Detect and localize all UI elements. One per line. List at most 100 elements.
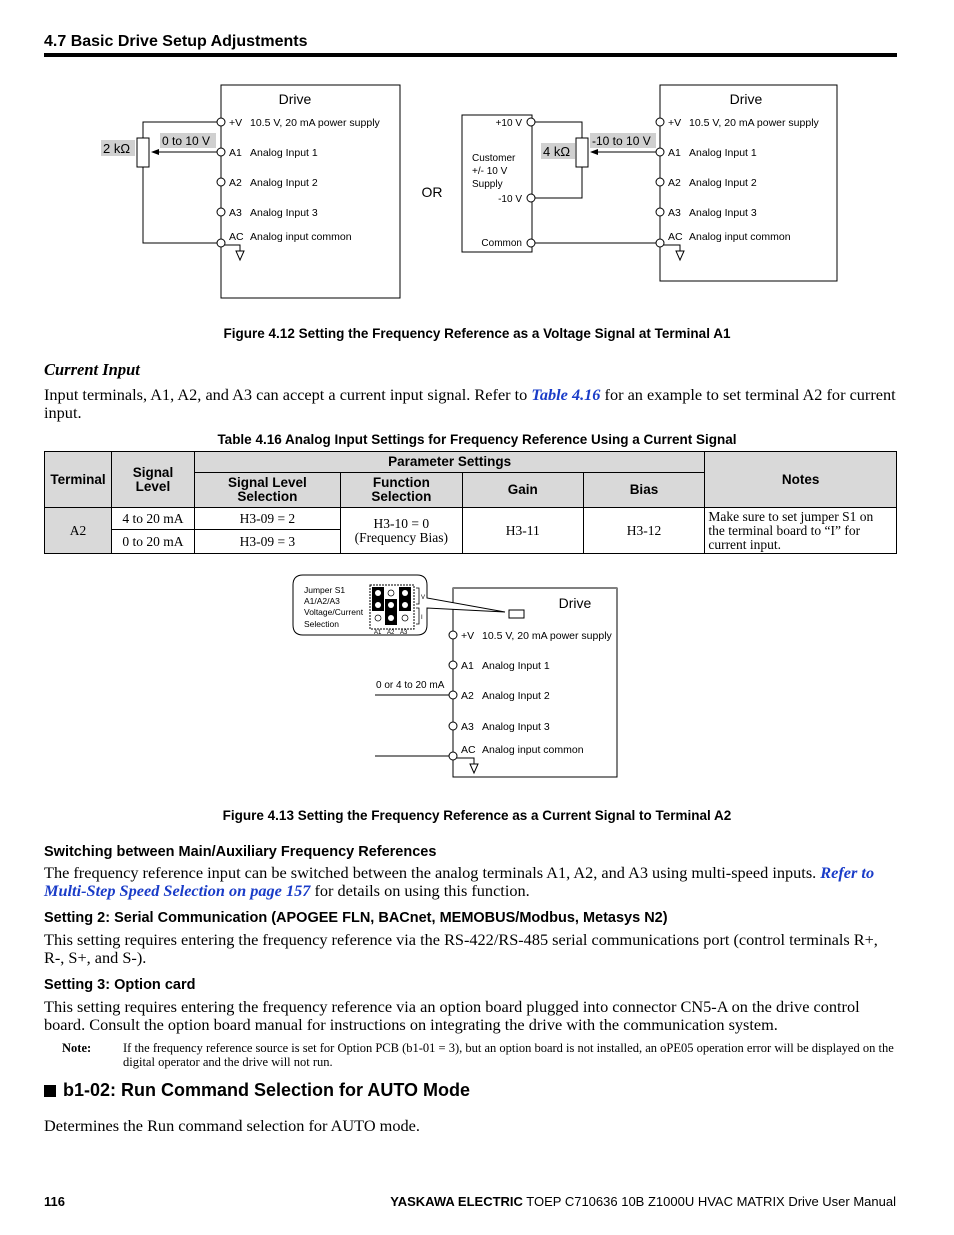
setting3-paragraph: This setting requires entering the frequ… (44, 997, 860, 1034)
terminal-plusv-icon (655, 117, 665, 127)
b1-02-heading: b1-02: Run Command Selection for AUTO Mo… (63, 1080, 471, 1100)
header-gain: Gain (461, 472, 584, 508)
terminal-plusv-icon (216, 117, 226, 127)
header-terminal: Terminal (44, 451, 112, 508)
jumper-col-label: A2 (387, 630, 395, 636)
cell-gain: H3-11 (461, 507, 584, 554)
paragraph-text: The frequency reference input can be swi… (44, 863, 821, 882)
table-4-16-caption: Table 4.16 Analog Input Settings for Fre… (217, 432, 737, 447)
wire (535, 121, 583, 138)
figure-4-13-diagram: Drive Jumper S1 A1/A2/A3 Voltage/Current… (292, 574, 618, 778)
cell-signal-level: 0 to 20 mA (110, 529, 195, 554)
signal-label: 0 to 10 V (162, 134, 210, 148)
callout-line: A1/A2/A3 (304, 596, 340, 606)
wire (535, 167, 583, 199)
or-label: OR (422, 184, 443, 200)
header-function-selection: Function Selection (339, 472, 463, 508)
cell-notes: Make sure to set jumper S1 on the termin… (704, 507, 897, 554)
switching-paragraph: The frequency reference input can be swi… (44, 864, 900, 899)
terminal-id: A3 (229, 207, 242, 219)
ground-icon (675, 250, 685, 262)
terminal-id: +V (229, 117, 242, 129)
setting2-paragraph: This setting requires entering the frequ… (44, 930, 878, 967)
supply-neg-terminal (526, 193, 536, 203)
terminal-ac-icon (216, 238, 226, 248)
wiper-arrow-icon (151, 149, 159, 155)
table-4-16-link[interactable]: Table 4.16 (531, 385, 600, 404)
supply-name-line: Customer (472, 153, 516, 164)
terminal-ac-icon (448, 751, 458, 761)
potentiometer (136, 137, 150, 168)
supply-common-label: Common (481, 238, 522, 249)
terminal-description: 10.5 V, 20 mA power supply (250, 117, 381, 129)
terminal-description: 10.5 V, 20 mA power supply (689, 117, 820, 129)
pin (375, 602, 381, 608)
terminal-ac-icon (655, 238, 665, 248)
terminal-a2-icon (655, 177, 665, 187)
wiper-arrow-icon (590, 149, 598, 155)
figure-4-12-caption: Figure 4.12 Setting the Frequency Refere… (223, 326, 731, 341)
terminal-a2-icon (448, 690, 458, 700)
ground-icon (235, 250, 245, 262)
terminal-a1-icon (216, 147, 226, 157)
signal-label: -10 to 10 V (592, 134, 651, 148)
terminal-plusv-icon (448, 630, 458, 640)
terminal-description: 10.5 V, 20 mA power supply (482, 630, 613, 642)
header-parameter-settings: Parameter Settings (193, 451, 706, 473)
table-row: A2 4 to 20 mA H3-09 = 2 H3-10 = 0 (Freque… (44, 507, 897, 554)
figure-4-13-caption: Figure 4.13 Setting the Frequency Refere… (222, 808, 732, 823)
terminal-id: +V (461, 630, 474, 642)
ground-icon (469, 763, 479, 775)
current-input-heading: Current Input (44, 360, 140, 379)
setting3-heading: Setting 3: Option card (44, 977, 196, 993)
header-signal-level-selection: Signal Level Selection (193, 472, 341, 508)
supply-name-line: Supply (472, 179, 503, 190)
wire (142, 167, 218, 244)
supply-name-line: +/- 10 V (472, 166, 508, 177)
terminal-id: A2 (668, 177, 681, 189)
pin (388, 615, 394, 621)
footer-brand: YASKAWA ELECTRIC (390, 1194, 523, 1209)
drive-label: Drive (279, 91, 312, 107)
footer-doc-title: YASKAWA ELECTRIC TOEP C710636 10B Z1000U… (390, 1194, 896, 1209)
current-input-paragraph: Input terminals, A1, A2, and A3 can acce… (44, 386, 900, 421)
figure-4-12-diagram: Drive 2 kΩ 0 to 10 V +V 10.5 V, 20 mA pow… (101, 84, 838, 299)
header-bias: Bias (582, 472, 706, 508)
terminal-a3-icon (655, 207, 665, 217)
callout-line: Selection (304, 619, 339, 629)
terminal-id: A3 (461, 721, 474, 733)
terminal-a1-icon (655, 147, 665, 157)
terminal-description: Analog Input 3 (250, 207, 318, 219)
note-text: If the frequency reference source is set… (123, 1041, 894, 1069)
b1-02-paragraph: Determines the Run command selection for… (44, 1116, 420, 1135)
resistor-label: 4 kΩ (543, 144, 570, 159)
jumper-col-label: A1 (374, 630, 382, 636)
right-voltage-diagram: Drive +10 V -10 V Common Customer +/- 10… (461, 84, 838, 282)
left-voltage-diagram: Drive 2 kΩ 0 to 10 V +V 10.5 V, 20 mA pow… (101, 84, 401, 299)
pin (375, 590, 381, 596)
function-selection-value: H3-10 = 0 (373, 515, 430, 531)
signal-label: 0 or 4 to 20 mA (376, 680, 445, 691)
pin (387, 589, 395, 597)
potentiometer (575, 137, 589, 168)
terminal-id: A2 (229, 177, 242, 189)
terminal-id: AC (668, 231, 683, 243)
pin (402, 590, 408, 596)
terminal-id: A1 (229, 147, 242, 159)
page-number: 116 (44, 1194, 65, 1209)
resistor-label: 2 kΩ (103, 141, 130, 156)
pin (374, 614, 382, 622)
terminal-a2-icon (216, 177, 226, 187)
callout-line: Voltage/Current (304, 607, 364, 617)
terminal-id: A2 (461, 690, 474, 702)
terminal-description: Analog Input 1 (482, 660, 550, 672)
terminal-description: Analog Input 3 (482, 721, 550, 733)
header-signal-level: Signal Level (110, 451, 195, 508)
terminal-a3-icon (216, 207, 226, 217)
terminal-id: A3 (668, 207, 681, 219)
terminal-id: A1 (668, 147, 681, 159)
paragraph-text: Input terminals, A1, A2, and A3 can acce… (44, 385, 532, 404)
cell-signal-level: 4 to 20 mA (110, 507, 195, 530)
pin (388, 602, 394, 608)
terminal-description: Analog input common (250, 231, 352, 243)
